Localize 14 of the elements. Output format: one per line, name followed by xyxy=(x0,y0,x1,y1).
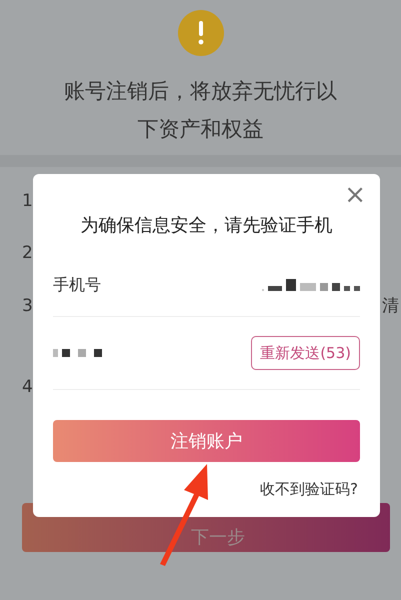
list-text: 清 xyxy=(382,295,399,318)
warning-title: 账号注销后，将放弃无忧行以下资产和权益 xyxy=(63,78,338,143)
redacted-code-drawing xyxy=(53,349,102,357)
phone-label: 手机号 xyxy=(53,274,101,296)
list-number: 3 xyxy=(21,295,33,318)
resend-button[interactable]: 重新发送(53) xyxy=(251,336,360,370)
help-link[interactable]: 收不到验证码? xyxy=(33,478,358,500)
list-number: 1 xyxy=(21,190,33,213)
close-button[interactable]: × xyxy=(340,182,370,208)
cancel-account-button[interactable]: 注销账户 xyxy=(53,420,360,462)
list-number: 2 xyxy=(21,242,33,265)
warning-icon xyxy=(178,10,224,56)
list-number: 4 xyxy=(21,376,33,399)
dialog-title: 为确保信息安全，请先验证手机 xyxy=(80,214,334,238)
